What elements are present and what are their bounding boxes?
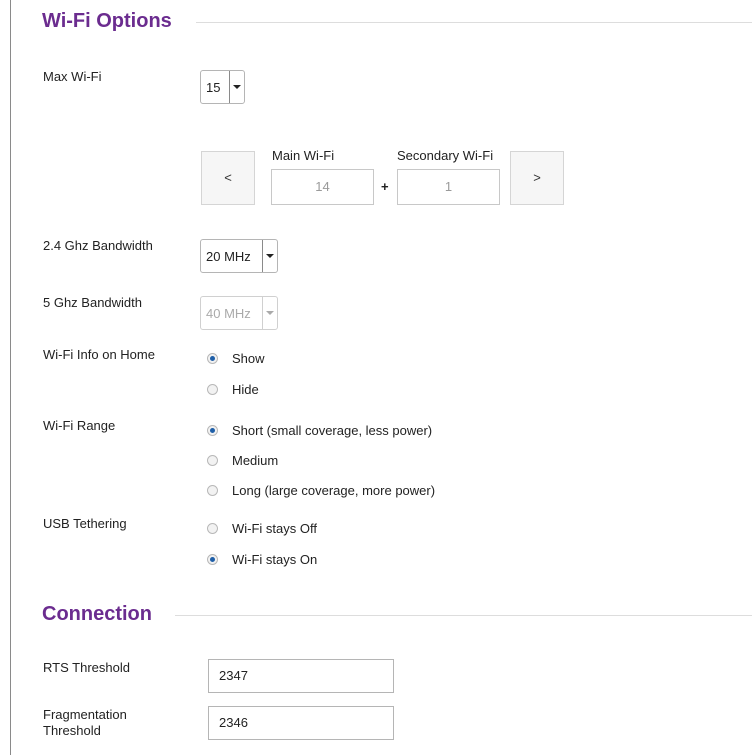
wifi-options-title: Wi-Fi Options: [42, 10, 172, 32]
main-wifi-label: Main Wi-Fi: [272, 148, 335, 163]
bandwidth-5-value: 40 MHz: [206, 306, 251, 321]
bandwidth-5-label: 5 Ghz Bandwidth: [43, 295, 143, 310]
radio-unselected-icon[interactable]: [207, 455, 218, 466]
wifi-info-home-label: Wi-Fi Info on Home: [43, 347, 155, 362]
fragmentation-threshold-label: Fragmentation Threshold: [43, 707, 127, 739]
max-wifi-select[interactable]: 15: [200, 70, 245, 104]
radio-label: Wi-Fi stays On: [232, 552, 318, 567]
rts-threshold-input[interactable]: 2347: [208, 659, 394, 693]
bandwidth-24-label: 2.4 Ghz Bandwidth: [43, 238, 153, 253]
radio-label: Long (large coverage, more power): [232, 483, 436, 498]
radio-label: Show: [232, 351, 265, 366]
rts-threshold-label: RTS Threshold: [43, 660, 130, 675]
fragmentation-threshold-input[interactable]: 2346: [208, 706, 394, 740]
radio-unselected-icon[interactable]: [207, 485, 218, 496]
fragmentation-label-line2: Threshold: [43, 723, 101, 738]
radio-selected-icon[interactable]: [207, 353, 218, 364]
left-border: [10, 0, 11, 755]
radio-label: Medium: [232, 453, 279, 468]
bandwidth-24-value: 20 MHz: [206, 249, 251, 264]
plus-sign: +: [381, 179, 389, 194]
wifi-range-label: Wi-Fi Range: [43, 418, 116, 433]
max-wifi-label: Max Wi-Fi: [43, 69, 102, 84]
chevron-down-icon: [262, 297, 277, 329]
fragmentation-label-line1: Fragmentation: [43, 707, 127, 722]
decrease-main-wifi-button[interactable]: <: [201, 151, 255, 205]
bandwidth-24-select[interactable]: 20 MHz: [200, 239, 278, 273]
secondary-wifi-label: Secondary Wi-Fi: [397, 148, 494, 163]
usb-tethering-label: USB Tethering: [43, 516, 127, 531]
chevron-down-icon: [262, 240, 277, 272]
wifi-options-divider: [196, 22, 752, 23]
increase-main-wifi-button[interactable]: >: [510, 151, 564, 205]
connection-title: Connection: [42, 603, 152, 625]
radio-selected-icon[interactable]: [207, 425, 218, 436]
radio-selected-icon[interactable]: [207, 554, 218, 565]
radio-label: Wi-Fi stays Off: [232, 521, 317, 536]
max-wifi-value: 15: [206, 80, 221, 95]
radio-label: Hide: [232, 382, 259, 397]
connection-divider: [175, 615, 752, 616]
secondary-wifi-count: 1: [397, 169, 500, 205]
chevron-down-icon: [229, 71, 244, 103]
radio-label: Short (small coverage, less power): [232, 423, 433, 438]
radio-unselected-icon[interactable]: [207, 523, 218, 534]
main-wifi-count: 14: [271, 169, 374, 205]
radio-unselected-icon[interactable]: [207, 384, 218, 395]
bandwidth-5-select: 40 MHz: [200, 296, 278, 330]
